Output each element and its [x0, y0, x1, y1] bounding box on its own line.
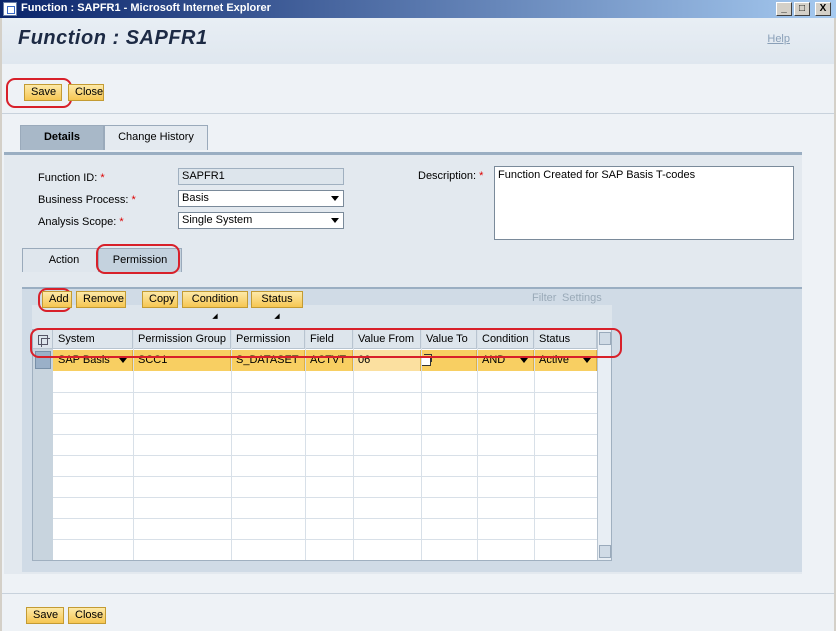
- column-divider: [231, 330, 232, 560]
- remove-button[interactable]: Remove: [76, 291, 126, 308]
- business-process-value: Basis: [182, 192, 209, 204]
- table-row: [53, 413, 598, 414]
- table-row: [53, 455, 598, 456]
- filter-link[interactable]: Filter: [532, 292, 556, 304]
- footer-close-button[interactable]: Close: [68, 607, 106, 624]
- close-window-button[interactable]: X: [815, 2, 831, 16]
- column-divider: [421, 330, 422, 560]
- table-row: [53, 539, 598, 540]
- divider: [2, 113, 834, 114]
- permission-grid: System Permission Group Permission Field…: [32, 329, 612, 561]
- copy-button[interactable]: Copy: [142, 291, 178, 308]
- footer-save-button[interactable]: Save: [26, 607, 64, 624]
- table-row: [53, 392, 598, 393]
- save-button[interactable]: Save: [24, 84, 62, 101]
- business-process-label: Business Process: *: [38, 194, 136, 206]
- footer-divider: [2, 593, 834, 594]
- analysis-scope-select[interactable]: Single System: [178, 212, 344, 229]
- chevron-down-icon: [520, 358, 528, 363]
- grid-scrollbar[interactable]: [597, 330, 611, 560]
- permission-highlight-ring: [96, 244, 180, 274]
- function-id-label: Function ID: *: [38, 172, 105, 184]
- column-divider: [133, 330, 134, 560]
- tab-change-history[interactable]: Change History: [104, 125, 208, 150]
- window-title: Function : SAPFR1 - Microsoft Internet E…: [21, 2, 271, 14]
- chevron-down-icon: [331, 196, 339, 201]
- description-label: Description: *: [418, 170, 484, 182]
- maximize-button[interactable]: □: [794, 2, 810, 16]
- business-process-select[interactable]: Basis: [178, 190, 344, 207]
- analysis-scope-label: Analysis Scope: *: [38, 216, 124, 228]
- add-button[interactable]: Add: [42, 291, 72, 308]
- description-textarea[interactable]: Function Created for SAP Basis T-codes: [494, 166, 794, 240]
- row-highlight-ring: [30, 328, 622, 358]
- footer: Save Close: [2, 593, 834, 631]
- function-id-field[interactable]: SAPFR1: [178, 168, 344, 185]
- condition-menu-button[interactable]: Condition: [182, 291, 248, 308]
- row-selector-column: [33, 349, 53, 560]
- internet-explorer-icon: [3, 2, 17, 16]
- table-row: [53, 497, 598, 498]
- window-title-bar: Function : SAPFR1 - Microsoft Internet E…: [0, 0, 836, 18]
- tab-details[interactable]: Details: [20, 125, 104, 150]
- page-title: Function : SAPFR1: [18, 27, 208, 49]
- table-row: [53, 476, 598, 477]
- page-content: Function : SAPFR1 Help Save Close Detail…: [2, 18, 834, 631]
- help-link[interactable]: Help: [767, 33, 790, 45]
- minimize-button[interactable]: _: [776, 2, 792, 16]
- page-header: Function : SAPFR1 Help: [2, 18, 834, 64]
- column-divider: [305, 330, 306, 560]
- grid-toolbar: [32, 305, 612, 329]
- subtab-action[interactable]: Action: [22, 248, 106, 272]
- chevron-down-icon: [331, 218, 339, 223]
- status-menu-button[interactable]: Status: [251, 291, 303, 308]
- analysis-scope-value: Single System: [182, 214, 253, 226]
- column-divider: [477, 330, 478, 560]
- settings-link[interactable]: Settings: [562, 292, 602, 304]
- chevron-down-icon: [119, 358, 127, 363]
- close-button[interactable]: Close: [68, 84, 104, 101]
- column-divider: [353, 330, 354, 560]
- scroll-down-button[interactable]: [599, 545, 611, 558]
- table-row: [53, 518, 598, 519]
- chevron-down-icon: [583, 358, 591, 363]
- table-row: [53, 434, 598, 435]
- column-divider: [534, 330, 535, 560]
